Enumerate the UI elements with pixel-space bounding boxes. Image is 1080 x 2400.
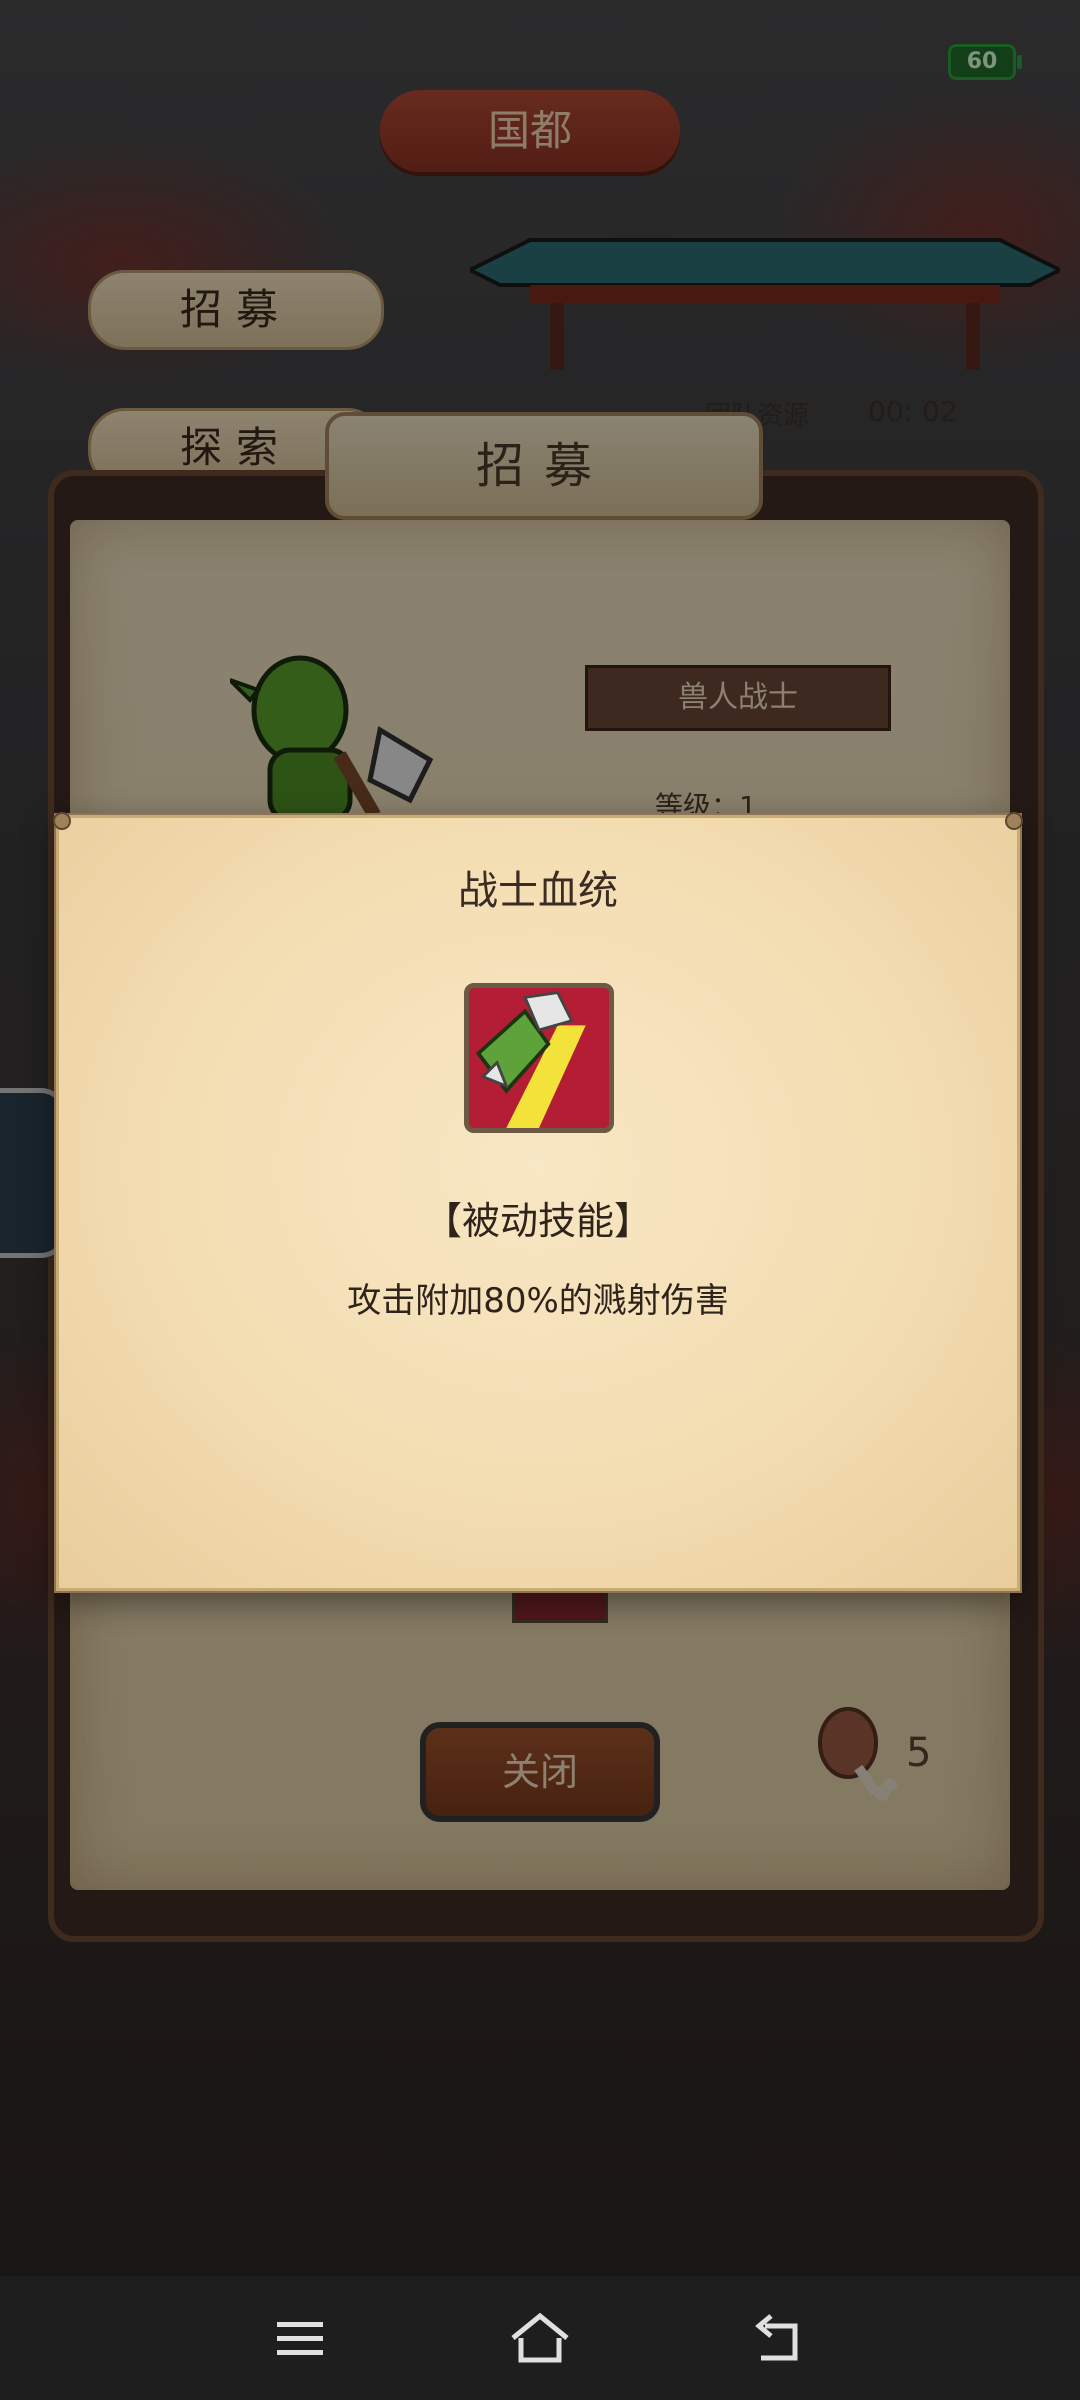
green-axe-skill-icon bbox=[464, 983, 614, 1133]
skill-description: 攻击附加80%的溅射伤害 bbox=[347, 1281, 729, 1321]
skill-detail-modal: 战士血统 【被动技能】 攻击附加80%的溅射伤害 bbox=[53, 812, 1023, 1591]
skill-title: 战士血统 bbox=[458, 868, 618, 914]
menu-icon[interactable] bbox=[265, 2304, 335, 2374]
corner-pin bbox=[53, 812, 71, 830]
home-icon[interactable] bbox=[505, 2304, 575, 2374]
skill-type-label: 【被动技能】 bbox=[423, 1199, 652, 1243]
corner-pin bbox=[1005, 812, 1023, 830]
back-icon[interactable] bbox=[745, 2304, 815, 2374]
system-nav-bar bbox=[0, 2276, 1080, 2400]
